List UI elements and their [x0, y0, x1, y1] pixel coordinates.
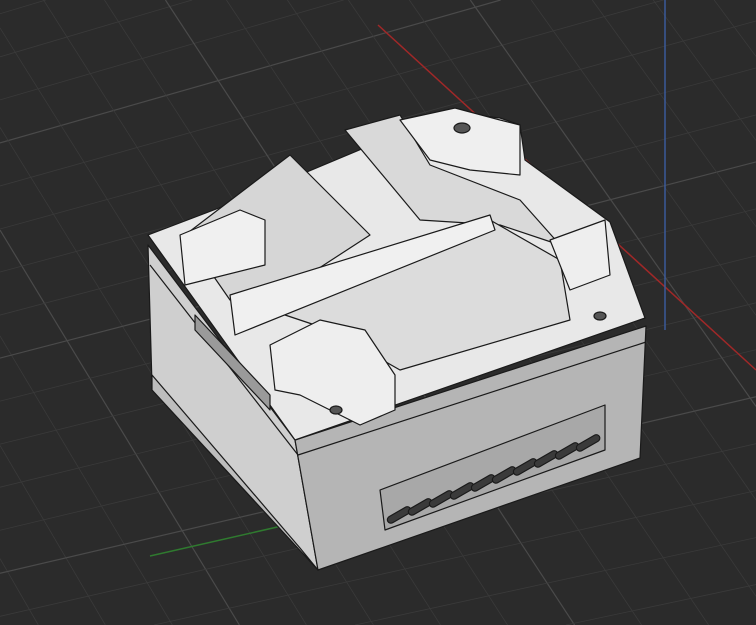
grid-line: [354, 537, 756, 625]
grid-line: [0, 0, 193, 58]
screw-hole-front: [329, 405, 343, 415]
grid-line: [713, 0, 756, 57]
screw-hole-back: [453, 122, 471, 134]
grid-line: [0, 445, 106, 625]
grid-line: [0, 0, 344, 101]
enclosure-model[interactable]: [147, 107, 647, 571]
grid-line: [565, 584, 756, 625]
screw-hole-right: [593, 311, 607, 321]
3d-viewport[interactable]: [0, 0, 756, 625]
grid-line: [0, 0, 46, 15]
viewport-canvas[interactable]: [0, 0, 756, 625]
grid-line: [652, 0, 756, 141]
grid-line: [591, 0, 756, 227]
